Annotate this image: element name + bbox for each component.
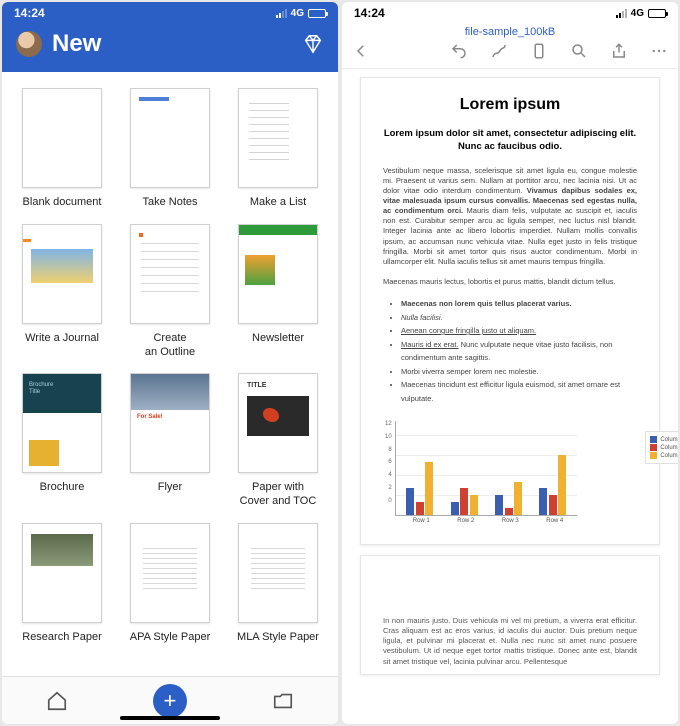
network-label: 4G: [291, 8, 304, 19]
mobile-view-icon[interactable]: [530, 42, 548, 60]
bullet-item: Maecenas non lorem quis tellus placerat …: [401, 297, 637, 311]
status-time: 14:24: [14, 6, 45, 20]
network-label: 4G: [631, 8, 644, 19]
page-title: New: [52, 30, 302, 58]
draw-icon[interactable]: [490, 42, 508, 60]
template-apa-style-paper[interactable]: APA Style Paper: [120, 523, 220, 645]
bullet-list: Maecenas non lorem quis tellus placerat …: [401, 297, 637, 405]
back-icon[interactable]: [352, 42, 370, 60]
status-right: 4G: [616, 8, 666, 19]
search-icon[interactable]: [570, 42, 588, 60]
doc-subheading: Lorem ipsum dolor sit amet, consectetur …: [383, 128, 637, 154]
template-label: Createan Outline: [145, 332, 195, 360]
template-make-a-list[interactable]: Make a List: [228, 88, 328, 210]
bullet-item: Nulla facilisi.: [401, 311, 637, 325]
page-1: Lorem ipsum Lorem ipsum dolor sit amet, …: [360, 77, 660, 545]
status-bar: 14:24 4G: [342, 2, 678, 24]
document-viewport[interactable]: Lorem ipsum Lorem ipsum dolor sit amet, …: [342, 69, 678, 724]
chart: 121086420 Row 1Row 2Row 3Row 4 Column 1C…: [383, 417, 637, 532]
header: New: [2, 24, 338, 72]
home-indicator: [120, 716, 220, 720]
document-filename[interactable]: file-sample_100kB: [352, 26, 668, 38]
template-label: Make a List: [250, 196, 306, 210]
bar: [558, 455, 566, 515]
bullet-item: Morbi viverra semper lorem nec molestie.: [401, 365, 637, 379]
paragraph-1: Vestibulum neque massa, scelerisque sit …: [383, 166, 637, 267]
signal-icon: [616, 9, 627, 18]
template-flyer[interactable]: For Sale!Flyer: [120, 373, 220, 509]
template-mla-style-paper[interactable]: MLA Style Paper: [228, 523, 328, 645]
paragraph-3: In non mauris justo. Duis vehicula mi ve…: [383, 616, 637, 667]
template-take-notes[interactable]: Take Notes: [120, 88, 220, 210]
bar: [549, 495, 557, 515]
bar: [451, 502, 459, 515]
template-label: Write a Journal: [25, 332, 99, 346]
bar: [460, 488, 468, 515]
status-bar: 14:24 4G: [2, 2, 338, 24]
bar: [406, 488, 414, 515]
battery-icon: [648, 9, 666, 18]
bullet-item: Maecenas tincidunt est efficitur ligula …: [401, 378, 637, 405]
avatar[interactable]: [16, 31, 42, 57]
signal-icon: [276, 9, 287, 18]
status-time: 14:24: [354, 6, 385, 20]
phone-document: 14:24 4G file-sample_100kB Lorem ipsum L…: [342, 2, 678, 724]
chart-legend: Column 1Column 2Column 3: [645, 431, 678, 464]
undo-icon[interactable]: [450, 42, 468, 60]
template-write-a-journal[interactable]: Write a Journal: [12, 224, 112, 360]
bar: [505, 508, 513, 515]
document-toolbar: file-sample_100kB: [342, 24, 678, 69]
template-grid: Blank document Take Notes Make a List Write…: [2, 72, 338, 676]
files-button[interactable]: [270, 688, 296, 714]
template-brochure[interactable]: BrochureTitleBrochure: [12, 373, 112, 509]
template-label: Flyer: [158, 481, 182, 495]
template-blank-document[interactable]: Blank document: [12, 88, 112, 210]
template-label: Paper withCover and TOC: [240, 481, 317, 509]
bar: [425, 462, 433, 515]
template-paper-with-cover-and-toc[interactable]: TITLEPaper withCover and TOC: [228, 373, 328, 509]
bar: [470, 495, 478, 515]
home-button[interactable]: [44, 688, 70, 714]
bar: [539, 488, 547, 515]
bullet-item: Aenean congue fringilla justo ut aliquam…: [401, 324, 637, 338]
template-label: Brochure: [40, 481, 85, 495]
page-2: In non mauris justo. Duis vehicula mi ve…: [360, 555, 660, 675]
share-icon[interactable]: [610, 42, 628, 60]
battery-icon: [308, 9, 326, 18]
new-button[interactable]: +: [153, 684, 187, 718]
doc-heading: Lorem ipsum: [383, 96, 637, 114]
template-label: Research Paper: [22, 631, 102, 645]
template-create-an-outline[interactable]: Createan Outline: [120, 224, 220, 360]
more-icon[interactable]: [650, 42, 668, 60]
template-label: Newsletter: [252, 332, 304, 346]
bar: [495, 495, 503, 515]
template-label: Blank document: [23, 196, 102, 210]
template-label: Take Notes: [142, 196, 197, 210]
paragraph-2: Maecenas mauris lectus, lobortis et puru…: [383, 277, 637, 287]
template-research-paper[interactable]: Research Paper: [12, 523, 112, 645]
template-newsletter[interactable]: Newsletter: [228, 224, 328, 360]
status-right: 4G: [276, 8, 326, 19]
bullet-item: Mauris id ex erat. Nunc vulputate neque …: [401, 338, 637, 365]
phone-templates: 14:24 4G New Blank document Take Notes Mak…: [2, 2, 338, 724]
premium-icon[interactable]: [302, 33, 324, 55]
template-label: MLA Style Paper: [237, 631, 319, 645]
bar: [514, 482, 522, 515]
bar: [416, 502, 424, 515]
template-label: APA Style Paper: [130, 631, 211, 645]
